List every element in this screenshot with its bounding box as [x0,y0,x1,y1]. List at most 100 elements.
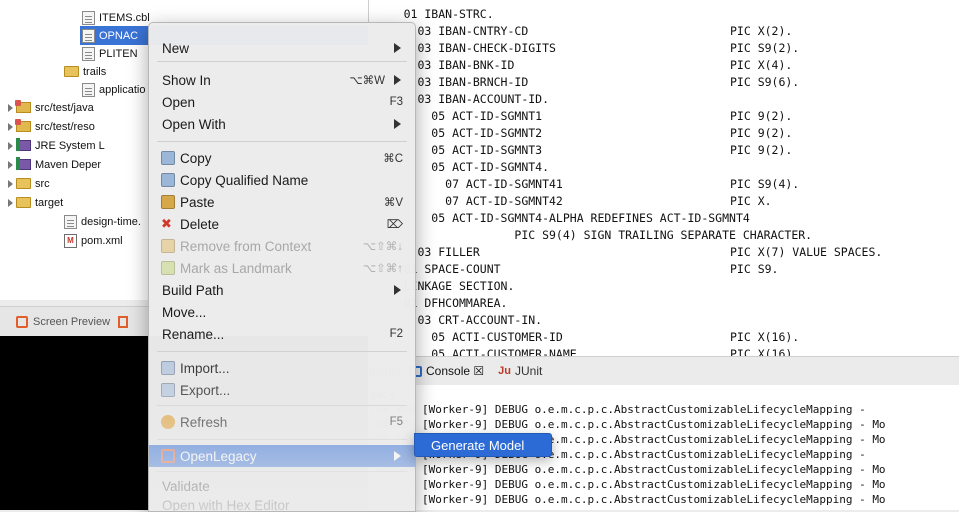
console-tab-bar: blemsConsole ☒JuJUnit [369,356,959,386]
export-icon [161,383,175,397]
menu-item-label: Refresh [180,415,227,430]
tree-item-applicatio[interactable]: applicatio [82,80,145,99]
shortcut-label: F5 [390,416,403,428]
tree-item-label: OPNAC [99,30,138,42]
tab-console[interactable]: Console ☒ [409,364,484,378]
console-log-line: :04.489 [Worker-9] DEBUG o.e.m.c.p.c.Abs… [369,417,886,432]
tree-item-maven-deper[interactable]: Maven Deper [8,155,101,174]
expand-arrow-icon[interactable] [8,123,13,131]
tree-item-items-cbl[interactable]: ITEMS.cbl [82,8,150,27]
code-line: 03 IBAN-CHECK-DIGITSPIC S9(2). [369,40,959,57]
menu-item-openlegacy[interactable]: OpenLegacy [149,445,415,467]
expand-arrow-icon[interactable] [8,142,13,150]
menu-item-label: Paste [180,195,215,210]
menu-item-export[interactable]: Export... [149,379,415,401]
copy-icon [161,151,175,165]
generate-model-item[interactable]: Generate Model [431,438,524,453]
library-icon [16,140,31,151]
menu-item-open-with-hex-editor[interactable]: Open with Hex Editor [149,494,415,512]
code-picture-clause: PIC S9(6). [730,74,799,91]
shortcut-label: ⌥⇧⌘↑ [363,261,403,275]
shortcut-label: ⌘C [383,151,403,165]
code-line: 03 IBAN-CNTRY-CDPIC X(2). [369,23,959,40]
menu-item-label: Remove from Context [180,239,311,254]
tree-item-design-time[interactable]: design-time. [64,212,141,231]
menu-item-import[interactable]: Import... [149,357,415,379]
menu-separator [157,351,407,352]
tree-item-label: pom.xml [81,235,123,247]
screen-preview-icon [16,316,28,328]
code-picture-clause: PIC X(2). [730,23,792,40]
code-line: 07 ACT-ID-SGMNT41PIC S9(4). [369,176,959,193]
menu-item-open[interactable]: OpenF3 [149,91,415,113]
menu-item-new[interactable]: New [149,37,415,59]
menu-item-label: Build Path [162,283,224,298]
menu-item-open-with[interactable]: Open With [149,113,415,135]
menu-item-paste[interactable]: Paste⌘V [149,191,415,213]
tree-item-label: ITEMS.cbl [99,12,150,24]
tree-item-label: JRE System L [35,140,105,152]
code-picture-clause: PIC X(16). [730,346,799,356]
code-picture-clause: PIC X(16). [730,329,799,346]
code-line: LINKAGE SECTION. [369,278,959,295]
menu-item-label: Delete [180,217,219,232]
console-log-line: :04.489 [Worker-9] DEBUG o.e.m.c.p.c.Abs… [369,477,886,492]
copy-qualified-icon [161,173,175,187]
tree-item-jre-system-l[interactable]: JRE System L [8,136,105,155]
code-editor[interactable]: 01 IBAN-STRC. 03 IBAN-CNTRY-CDPIC X(2). … [369,0,959,356]
view-icon[interactable] [118,316,128,328]
screen-preview-label: Screen Preview [33,316,110,328]
code-line: 03 CRT-ACCOUNT-IN. [369,312,959,329]
menu-item-label: Show In [162,73,211,88]
menu-item-move[interactable]: Move... [149,301,415,323]
tree-item-src[interactable]: src [8,174,50,193]
tree-item-src-test-java[interactable]: src/test/java [8,98,94,117]
menu-item-label: Import... [180,361,230,376]
tree-item-label: trails [83,66,106,78]
tree-item-label: Maven Deper [35,159,101,171]
folder-icon [64,66,79,77]
code-picture-clause: PIC S9(4). [730,176,799,193]
menu-item-delete[interactable]: ✖Delete⌦ [149,213,415,235]
tree-item-trails[interactable]: trails [64,62,106,81]
code-picture-clause: PIC S9(2). [730,40,799,57]
tree-item-label: design-time. [81,216,141,228]
menu-item-rename[interactable]: Rename...F2 [149,323,415,345]
expand-arrow-icon[interactable] [8,161,13,169]
expand-arrow-icon[interactable] [8,180,13,188]
tree-item-target[interactable]: target [8,193,63,212]
tree-item-pliten[interactable]: PLITEN [82,44,138,63]
code-picture-clause: PIC X(4). [730,57,792,74]
expand-arrow-icon[interactable] [8,104,13,112]
menu-item-build-path[interactable]: Build Path [149,279,415,301]
menu-item-copy-qualified-name[interactable]: Copy Qualified Name [149,169,415,191]
code-line: 05 ACTI-CUSTOMER-IDPIC X(16). [369,329,959,346]
code-picture-clause: PIC S9. [730,261,778,278]
junit-icon: Ju [498,365,511,377]
submenu-generate-model[interactable]: Generate Model [414,433,552,457]
submenu-arrow-icon [394,285,401,295]
library-icon [16,159,31,170]
code-line: 03 IBAN-BRNCH-IDPIC S9(6). [369,74,959,91]
context-menu: New Show In⌥⌘WOpenF3Open With Copy⌘CCopy Q… [148,22,416,512]
code-definition: PIC S9(4) SIGN TRAILING SEPARATE CHARACT… [369,227,812,244]
shortcut-label: ⌥⇧⌘↓ [363,239,403,253]
menu-item-mark-as-landmark: Mark as Landmark⌥⇧⌘↑ [149,257,415,279]
tree-item-src-test-reso[interactable]: src/test/reso [8,117,95,136]
tree-item-pom-xml[interactable]: Mpom.xml [64,231,123,250]
file-icon [82,83,95,97]
expand-arrow-icon[interactable] [8,199,13,207]
menu-item-show-in[interactable]: Show In⌥⌘W [149,69,415,91]
menu-item-refresh[interactable]: Refresh F5 [149,411,415,433]
menu-item-copy[interactable]: Copy⌘C [149,147,415,169]
menu-separator [157,439,407,440]
xml-file-icon: M [64,234,77,248]
delete-icon: ✖ [161,217,175,231]
tab-junit[interactable]: JuJUnit [498,364,542,378]
code-line: PIC S9(4) SIGN TRAILING SEPARATE CHARACT… [369,227,959,244]
file-icon [82,29,95,43]
tree-item-label: target [35,197,63,209]
landmark-icon [161,261,175,275]
code-line: 01 DFHCOMMAREA. [369,295,959,312]
menu-separator [157,405,407,406]
